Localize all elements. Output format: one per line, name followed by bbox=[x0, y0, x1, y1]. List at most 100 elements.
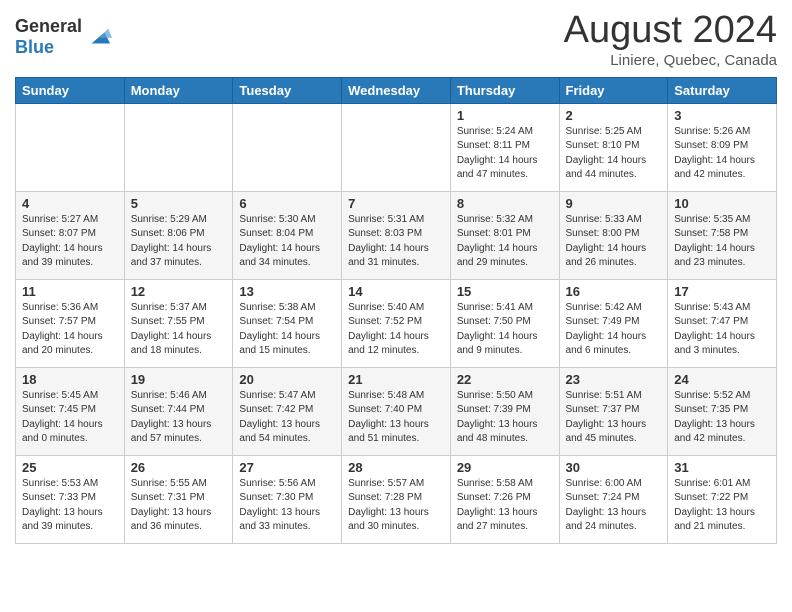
cell-content: Sunrise: 5:41 AM Sunset: 7:50 PM Dayligh… bbox=[457, 301, 553, 359]
calendar-cell: 3 Sunrise: 5:26 AM Sunset: 8:09 PM Daylig… bbox=[668, 103, 777, 191]
weekday-header-wednesday: Wednesday bbox=[342, 77, 451, 103]
calendar-header: SundayMondayTuesdayWednesdayThursdayFrid… bbox=[16, 77, 777, 103]
cell-content: Sunrise: 5:33 AM Sunset: 8:00 PM Dayligh… bbox=[566, 213, 662, 271]
day-number: 24 bbox=[674, 372, 770, 387]
weekday-header-saturday: Saturday bbox=[668, 77, 777, 103]
day-number: 6 bbox=[239, 196, 335, 211]
calendar-cell: 17 Sunrise: 5:43 AM Sunset: 7:47 PM Dayli… bbox=[668, 279, 777, 367]
calendar-cell: 31 Sunrise: 6:01 AM Sunset: 7:22 PM Dayli… bbox=[668, 455, 777, 543]
day-number: 29 bbox=[457, 460, 553, 475]
calendar-cell bbox=[233, 103, 342, 191]
cell-content: Sunrise: 5:48 AM Sunset: 7:40 PM Dayligh… bbox=[348, 389, 444, 447]
day-number: 16 bbox=[566, 284, 662, 299]
weekday-header-sunday: Sunday bbox=[16, 77, 125, 103]
cell-content: Sunrise: 5:40 AM Sunset: 7:52 PM Dayligh… bbox=[348, 301, 444, 359]
weekday-header-monday: Monday bbox=[124, 77, 233, 103]
cell-content: Sunrise: 5:26 AM Sunset: 8:09 PM Dayligh… bbox=[674, 125, 770, 183]
cell-content: Sunrise: 5:46 AM Sunset: 7:44 PM Dayligh… bbox=[131, 389, 227, 447]
calendar-week-2: 4Sunrise: 5:27 AM Sunset: 8:07 PM Daylig… bbox=[16, 191, 777, 279]
day-number: 17 bbox=[674, 284, 770, 299]
cell-content: Sunrise: 5:37 AM Sunset: 7:55 PM Dayligh… bbox=[131, 301, 227, 359]
calendar-cell: 6 Sunrise: 5:30 AM Sunset: 8:04 PM Daylig… bbox=[233, 191, 342, 279]
calendar-cell: 9 Sunrise: 5:33 AM Sunset: 8:00 PM Daylig… bbox=[559, 191, 668, 279]
cell-content: Sunrise: 5:31 AM Sunset: 8:03 PM Dayligh… bbox=[348, 213, 444, 271]
calendar-cell bbox=[16, 103, 125, 191]
day-number: 13 bbox=[239, 284, 335, 299]
calendar-week-3: 11Sunrise: 5:36 AM Sunset: 7:57 PM Dayli… bbox=[16, 279, 777, 367]
cell-content: Sunrise: 5:25 AM Sunset: 8:10 PM Dayligh… bbox=[566, 125, 662, 183]
cell-content: Sunrise: 6:00 AM Sunset: 7:24 PM Dayligh… bbox=[566, 477, 662, 535]
cell-content: Sunrise: 5:47 AM Sunset: 7:42 PM Dayligh… bbox=[239, 389, 335, 447]
day-number: 28 bbox=[348, 460, 444, 475]
day-number: 20 bbox=[239, 372, 335, 387]
calendar-cell: 4Sunrise: 5:27 AM Sunset: 8:07 PM Daylig… bbox=[16, 191, 125, 279]
day-number: 22 bbox=[457, 372, 553, 387]
day-number: 12 bbox=[131, 284, 227, 299]
calendar-cell: 2 Sunrise: 5:25 AM Sunset: 8:10 PM Daylig… bbox=[559, 103, 668, 191]
cell-content: Sunrise: 5:51 AM Sunset: 7:37 PM Dayligh… bbox=[566, 389, 662, 447]
cell-content: Sunrise: 5:53 AM Sunset: 7:33 PM Dayligh… bbox=[22, 477, 118, 535]
calendar-cell: 10 Sunrise: 5:35 AM Sunset: 7:58 PM Dayli… bbox=[668, 191, 777, 279]
day-number: 14 bbox=[348, 284, 444, 299]
calendar-cell: 7 Sunrise: 5:31 AM Sunset: 8:03 PM Daylig… bbox=[342, 191, 451, 279]
calendar-cell: 16 Sunrise: 5:42 AM Sunset: 7:49 PM Dayli… bbox=[559, 279, 668, 367]
cell-content: Sunrise: 5:30 AM Sunset: 8:04 PM Dayligh… bbox=[239, 213, 335, 271]
cell-content: Sunrise: 5:42 AM Sunset: 7:49 PM Dayligh… bbox=[566, 301, 662, 359]
title-area: August 2024 Liniere, Quebec, Canada bbox=[564, 10, 777, 69]
cell-content: Sunrise: 6:01 AM Sunset: 7:22 PM Dayligh… bbox=[674, 477, 770, 535]
calendar-body: 1 Sunrise: 5:24 AM Sunset: 8:11 PM Daylig… bbox=[16, 103, 777, 543]
day-number: 21 bbox=[348, 372, 444, 387]
day-number: 18 bbox=[22, 372, 118, 387]
day-number: 27 bbox=[239, 460, 335, 475]
day-number: 10 bbox=[674, 196, 770, 211]
logo-icon bbox=[84, 23, 112, 51]
calendar-cell: 24 Sunrise: 5:52 AM Sunset: 7:35 PM Dayli… bbox=[668, 367, 777, 455]
day-number: 2 bbox=[566, 108, 662, 123]
calendar-cell bbox=[342, 103, 451, 191]
day-number: 3 bbox=[674, 108, 770, 123]
weekday-header-friday: Friday bbox=[559, 77, 668, 103]
cell-content: Sunrise: 5:38 AM Sunset: 7:54 PM Dayligh… bbox=[239, 301, 335, 359]
calendar-cell: 28 Sunrise: 5:57 AM Sunset: 7:28 PM Dayli… bbox=[342, 455, 451, 543]
cell-content: Sunrise: 5:45 AM Sunset: 7:45 PM Dayligh… bbox=[22, 389, 118, 447]
cell-content: Sunrise: 5:27 AM Sunset: 8:07 PM Dayligh… bbox=[22, 213, 118, 271]
calendar-cell: 13 Sunrise: 5:38 AM Sunset: 7:54 PM Dayli… bbox=[233, 279, 342, 367]
cell-content: Sunrise: 5:43 AM Sunset: 7:47 PM Dayligh… bbox=[674, 301, 770, 359]
day-number: 5 bbox=[131, 196, 227, 211]
cell-content: Sunrise: 5:52 AM Sunset: 7:35 PM Dayligh… bbox=[674, 389, 770, 447]
calendar-cell: 12 Sunrise: 5:37 AM Sunset: 7:55 PM Dayli… bbox=[124, 279, 233, 367]
cell-content: Sunrise: 5:57 AM Sunset: 7:28 PM Dayligh… bbox=[348, 477, 444, 535]
calendar-cell: 26Sunrise: 5:55 AM Sunset: 7:31 PM Dayli… bbox=[124, 455, 233, 543]
day-number: 25 bbox=[22, 460, 118, 475]
cell-content: Sunrise: 5:35 AM Sunset: 7:58 PM Dayligh… bbox=[674, 213, 770, 271]
day-number: 7 bbox=[348, 196, 444, 211]
day-number: 15 bbox=[457, 284, 553, 299]
calendar-cell: 5 Sunrise: 5:29 AM Sunset: 8:06 PM Daylig… bbox=[124, 191, 233, 279]
calendar-cell: 20 Sunrise: 5:47 AM Sunset: 7:42 PM Dayli… bbox=[233, 367, 342, 455]
calendar-week-5: 25 Sunrise: 5:53 AM Sunset: 7:33 PM Dayli… bbox=[16, 455, 777, 543]
calendar-table: SundayMondayTuesdayWednesdayThursdayFrid… bbox=[15, 77, 777, 544]
calendar-cell: 11Sunrise: 5:36 AM Sunset: 7:57 PM Dayli… bbox=[16, 279, 125, 367]
day-number: 1 bbox=[457, 108, 553, 123]
calendar-cell: 27 Sunrise: 5:56 AM Sunset: 7:30 PM Dayli… bbox=[233, 455, 342, 543]
calendar-week-4: 18 Sunrise: 5:45 AM Sunset: 7:45 PM Dayli… bbox=[16, 367, 777, 455]
day-number: 31 bbox=[674, 460, 770, 475]
calendar-cell: 30Sunrise: 6:00 AM Sunset: 7:24 PM Dayli… bbox=[559, 455, 668, 543]
calendar-cell: 23 Sunrise: 5:51 AM Sunset: 7:37 PM Dayli… bbox=[559, 367, 668, 455]
day-number: 26 bbox=[131, 460, 227, 475]
page-header: General Blue August 2024 Liniere, Quebec… bbox=[15, 10, 777, 69]
cell-content: Sunrise: 5:36 AM Sunset: 7:57 PM Dayligh… bbox=[22, 301, 118, 359]
calendar-cell: 14 Sunrise: 5:40 AM Sunset: 7:52 PM Dayli… bbox=[342, 279, 451, 367]
calendar-cell: 21 Sunrise: 5:48 AM Sunset: 7:40 PM Dayli… bbox=[342, 367, 451, 455]
cell-content: Sunrise: 5:29 AM Sunset: 8:06 PM Dayligh… bbox=[131, 213, 227, 271]
calendar-cell: 29Sunrise: 5:58 AM Sunset: 7:26 PM Dayli… bbox=[450, 455, 559, 543]
cell-content: Sunrise: 5:56 AM Sunset: 7:30 PM Dayligh… bbox=[239, 477, 335, 535]
day-number: 9 bbox=[566, 196, 662, 211]
location-subtitle: Liniere, Quebec, Canada bbox=[564, 52, 777, 69]
day-number: 23 bbox=[566, 372, 662, 387]
cell-content: Sunrise: 5:24 AM Sunset: 8:11 PM Dayligh… bbox=[457, 125, 553, 183]
weekday-row: SundayMondayTuesdayWednesdayThursdayFrid… bbox=[16, 77, 777, 103]
calendar-cell: 18 Sunrise: 5:45 AM Sunset: 7:45 PM Dayli… bbox=[16, 367, 125, 455]
calendar-cell: 1 Sunrise: 5:24 AM Sunset: 8:11 PM Daylig… bbox=[450, 103, 559, 191]
calendar-cell: 22Sunrise: 5:50 AM Sunset: 7:39 PM Dayli… bbox=[450, 367, 559, 455]
